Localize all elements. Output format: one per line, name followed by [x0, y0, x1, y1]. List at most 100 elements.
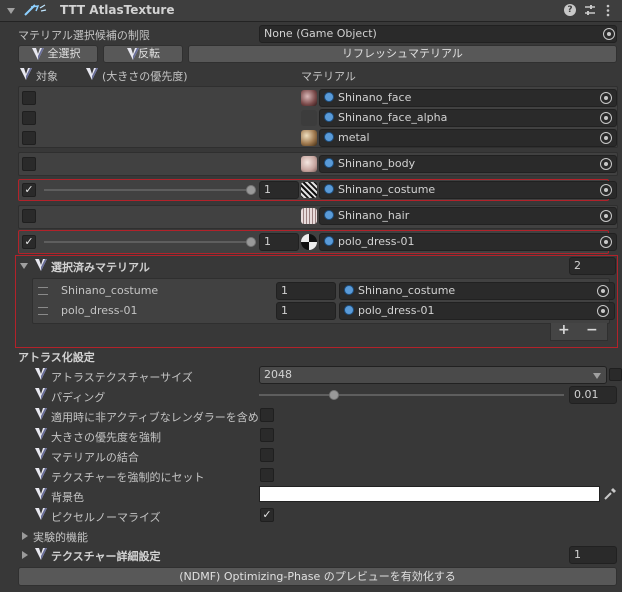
- object-picker-icon[interactable]: [600, 132, 612, 144]
- material-thumbnail: [301, 182, 317, 198]
- object-picker-icon[interactable]: [600, 112, 612, 124]
- material-object-icon: [344, 305, 354, 315]
- ndmf-preview-button[interactable]: (NDMF) Optimizing-Phase のプレビューを有効化する: [18, 567, 617, 586]
- foldout-arrow-icon[interactable]: [22, 551, 28, 559]
- invert-button[interactable]: 反転: [103, 45, 183, 63]
- pixel-normalize-checkbox[interactable]: ✓: [260, 508, 274, 522]
- experimental-label[interactable]: 実験的機能: [33, 529, 88, 545]
- eyedropper-icon[interactable]: [603, 487, 617, 501]
- material-filter-field[interactable]: None (Game Object): [259, 25, 617, 43]
- object-picker-icon[interactable]: [600, 236, 612, 248]
- material-filter-value: None (Game Object): [264, 27, 377, 40]
- presets-icon[interactable]: [584, 4, 596, 16]
- selected-item-label: Shinano_costume: [61, 284, 159, 297]
- material-field[interactable]: metal: [319, 129, 617, 147]
- object-picker-icon[interactable]: [600, 210, 612, 222]
- material-field[interactable]: polo_dress-01: [339, 302, 615, 320]
- texture-detail-count[interactable]: 1: [569, 546, 617, 564]
- object-picker-icon[interactable]: [597, 305, 609, 317]
- foldout-arrow-icon[interactable]: [7, 8, 15, 14]
- target-checkbox[interactable]: ✓: [22, 235, 36, 249]
- object-picker-icon[interactable]: [600, 184, 612, 196]
- foldout-arrow-icon[interactable]: [22, 532, 28, 540]
- vrc-icon: [35, 508, 47, 520]
- selected-item-value[interactable]: 1: [276, 282, 336, 300]
- material-name: polo_dress-01: [338, 235, 415, 248]
- atlas-texture-icon: [24, 4, 47, 16]
- material-object-icon: [324, 210, 334, 220]
- material-field[interactable]: Shinano_hair: [319, 207, 617, 225]
- target-checkbox[interactable]: [22, 209, 36, 223]
- padding-slider-knob[interactable]: [329, 390, 339, 400]
- material-field[interactable]: polo_dress-01: [319, 233, 617, 251]
- include-inactive-label: 適用時に非アクティブなレンダラーを含める: [51, 411, 270, 424]
- material-object-icon: [324, 184, 334, 194]
- material-name: Shinano_body: [338, 157, 416, 170]
- priority-field[interactable]: 1: [259, 233, 299, 251]
- selected-item-value[interactable]: 1: [276, 302, 336, 320]
- object-picker-icon[interactable]: [597, 285, 609, 297]
- selected-count-field[interactable]: 2: [569, 257, 616, 275]
- material-field[interactable]: Shinano_body: [319, 155, 617, 173]
- material-thumbnail: [301, 156, 317, 172]
- material-thumbnail: [301, 110, 317, 126]
- foldout-arrow-icon[interactable]: [20, 263, 28, 269]
- drag-handle-icon[interactable]: [38, 307, 48, 315]
- object-picker-icon[interactable]: [600, 92, 612, 104]
- target-checkbox[interactable]: [22, 131, 36, 145]
- refresh-materials-button[interactable]: リフレッシュマテリアル: [188, 45, 617, 63]
- vrc-icon: [35, 488, 47, 500]
- material-field[interactable]: Shinano_costume: [339, 282, 615, 300]
- object-picker-icon[interactable]: [603, 28, 615, 40]
- priority-slider-knob[interactable]: [246, 237, 256, 247]
- drag-handle-icon[interactable]: [38, 287, 48, 295]
- atlas-size-extra-toggle[interactable]: [609, 368, 622, 381]
- padding-label: パディング: [51, 391, 106, 404]
- priority-slider[interactable]: [44, 189, 250, 191]
- atlas-section-title: アトラス化設定: [18, 351, 95, 364]
- vrc-icon: [35, 368, 47, 380]
- priority-field[interactable]: 1: [259, 181, 299, 199]
- material-name: polo_dress-01: [358, 304, 435, 317]
- material-object-icon: [324, 158, 334, 168]
- include-inactive-checkbox[interactable]: [260, 408, 274, 422]
- help-icon[interactable]: ?: [564, 4, 576, 16]
- priority-slider-knob[interactable]: [246, 185, 256, 195]
- padding-value-field[interactable]: 0.01: [569, 386, 617, 404]
- merge-materials-checkbox[interactable]: [260, 448, 274, 462]
- target-checkbox[interactable]: [22, 157, 36, 171]
- selected-item-label: polo_dress-01: [61, 304, 138, 317]
- force-set-texture-checkbox[interactable]: [260, 468, 274, 482]
- material-field[interactable]: Shinano_costume: [319, 181, 617, 199]
- atlas-size-dropdown[interactable]: 2048: [259, 366, 607, 384]
- background-color-swatch[interactable]: [259, 486, 600, 502]
- vrc-icon: [127, 48, 139, 60]
- more-menu-icon[interactable]: [605, 4, 611, 17]
- vrc-icon: [35, 408, 47, 420]
- target-checkbox[interactable]: [22, 91, 36, 105]
- object-picker-icon[interactable]: [600, 158, 612, 170]
- priority-slider[interactable]: [44, 241, 250, 243]
- vrc-icon: [32, 48, 44, 60]
- material-name: Shinano_costume: [338, 183, 436, 196]
- column-target: 対象: [36, 70, 58, 83]
- material-object-icon: [324, 112, 334, 122]
- material-object-icon: [344, 285, 354, 295]
- vrc-icon: [35, 548, 47, 560]
- material-field[interactable]: Shinano_face: [319, 89, 617, 107]
- target-checkbox[interactable]: ✓: [22, 183, 36, 197]
- remove-item-button[interactable]: −: [586, 322, 598, 338]
- atlas-size-label: アトラステクスチャーサイズ: [51, 371, 193, 384]
- material-field[interactable]: Shinano_face_alpha: [319, 109, 617, 127]
- vrc-icon: [35, 388, 47, 400]
- target-checkbox[interactable]: [22, 111, 36, 125]
- vrc-icon: [35, 448, 47, 460]
- material-thumbnail: [301, 208, 317, 224]
- texture-detail-label[interactable]: テクスチャー詳細設定: [51, 548, 161, 564]
- force-priority-checkbox[interactable]: [260, 428, 274, 442]
- padding-slider[interactable]: [259, 394, 564, 396]
- add-item-button[interactable]: +: [558, 322, 570, 338]
- select-all-button[interactable]: 全選択: [18, 45, 98, 63]
- dropdown-arrow-icon: [593, 373, 601, 379]
- material-thumbnail: [301, 234, 317, 250]
